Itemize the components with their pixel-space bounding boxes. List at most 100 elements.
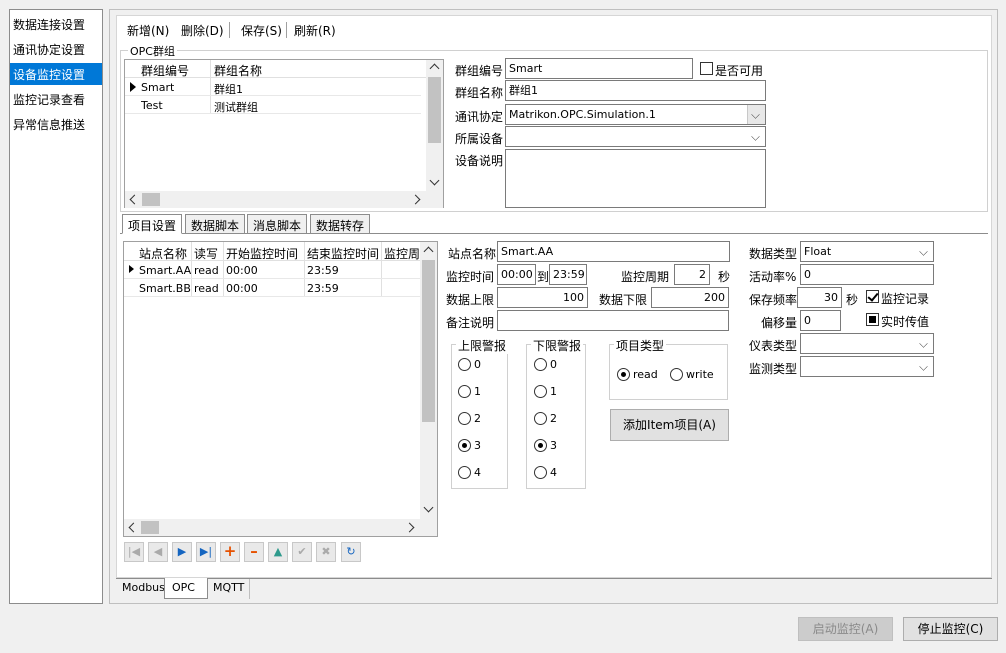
- scroll-down-icon[interactable]: [429, 175, 440, 186]
- tab-label: 数据转存: [316, 219, 365, 233]
- horizontal-scrollbar[interactable]: [124, 519, 437, 536]
- scroll-up-icon[interactable]: [423, 246, 434, 257]
- nav-insert-button[interactable]: +: [220, 542, 240, 562]
- table-row[interactable]: Smart 群组1: [125, 78, 421, 96]
- column-header-station[interactable]: 站点名称: [139, 245, 187, 262]
- scroll-up-icon[interactable]: [429, 63, 440, 74]
- lower-alarm-radio-2[interactable]: [534, 412, 547, 425]
- upper-alarm-radio-4[interactable]: [458, 466, 471, 479]
- horizontal-scrollbar[interactable]: [125, 191, 443, 208]
- stop-monitor-button[interactable]: 停止监控(C): [903, 617, 998, 641]
- scroll-right-icon[interactable]: [404, 522, 415, 533]
- tab-opc[interactable]: OPC: [164, 578, 208, 599]
- vertical-scrollbar[interactable]: [420, 242, 437, 519]
- sidebar-item-alerts[interactable]: 异常信息推送: [10, 113, 102, 135]
- upper-alarm-radio-2[interactable]: [458, 412, 471, 425]
- column-header-rw[interactable]: 读写: [194, 245, 218, 262]
- sidebar-item-records[interactable]: 监控记录查看: [10, 88, 102, 110]
- lower-limit-field[interactable]: 200: [651, 287, 729, 308]
- scroll-right-icon[interactable]: [410, 194, 421, 205]
- upper-alarm-radio-1[interactable]: [458, 385, 471, 398]
- tab-modbus[interactable]: Modbus: [117, 579, 171, 599]
- station-field[interactable]: Smart.AA: [497, 241, 730, 262]
- sidebar-item-connection[interactable]: 数据连接设置: [10, 13, 102, 35]
- upper-alarm-radio-3[interactable]: [458, 439, 471, 452]
- monitor-record-checkbox[interactable]: [866, 290, 879, 303]
- vertical-scrollbar[interactable]: [426, 60, 443, 191]
- lower-alarm-radio-3[interactable]: [534, 439, 547, 452]
- start-monitor-button[interactable]: 启动监控(A): [798, 617, 893, 641]
- tab-data-script[interactable]: 数据脚本: [185, 214, 246, 234]
- column-header-group-id[interactable]: 群组编号: [141, 62, 189, 79]
- realtime-checkbox[interactable]: [866, 313, 879, 326]
- period-field[interactable]: 2: [674, 264, 710, 285]
- upper-limit-field[interactable]: 100: [497, 287, 588, 308]
- scroll-down-icon[interactable]: [423, 502, 434, 513]
- remark-field[interactable]: [497, 310, 729, 331]
- upper-alarm-radio-0[interactable]: [458, 358, 471, 371]
- lower-alarm-radio-1[interactable]: [534, 385, 547, 398]
- enabled-checkbox[interactable]: [700, 62, 713, 75]
- sidebar-item-label: 监控记录查看: [13, 93, 86, 107]
- lower-alarm-radio-4[interactable]: [534, 466, 547, 479]
- scroll-thumb[interactable]: [422, 260, 435, 422]
- cell-group-name: 测试群组: [214, 101, 258, 114]
- nav-next-button[interactable]: ▶: [172, 542, 192, 562]
- group-name-field[interactable]: 群组1: [505, 80, 766, 101]
- item-type-title: 项目类型: [614, 337, 667, 354]
- nav-delete-button[interactable]: –: [244, 542, 264, 562]
- cell-start-time: 00:00: [226, 282, 258, 295]
- data-type-select[interactable]: Float: [800, 241, 934, 262]
- scroll-thumb[interactable]: [428, 77, 441, 143]
- table-row[interactable]: Smart.BB read 00:00 23:59: [124, 279, 421, 297]
- detect-type-select[interactable]: [800, 356, 934, 377]
- scroll-left-icon[interactable]: [128, 522, 139, 533]
- refresh-button[interactable]: 刷新(R): [294, 22, 336, 39]
- tab-data-dump[interactable]: 数据转存: [310, 214, 371, 234]
- meter-type-select[interactable]: [800, 333, 934, 354]
- delete-button[interactable]: 删除(D): [181, 22, 224, 39]
- tab-item-settings[interactable]: 项目设置: [122, 214, 183, 234]
- tab-label: 项目设置: [128, 219, 177, 233]
- scroll-left-icon[interactable]: [129, 194, 140, 205]
- cell-start-time: 00:00: [226, 264, 258, 277]
- nav-post-button[interactable]: ✔: [292, 542, 312, 562]
- nav-refresh-button[interactable]: ↻: [341, 542, 361, 562]
- sidebar-item-device-monitor[interactable]: 设备监控设置: [10, 63, 102, 85]
- column-header-period[interactable]: 监控周: [384, 245, 421, 262]
- nav-last-button[interactable]: ▶|: [196, 542, 216, 562]
- monitor-time-from-field[interactable]: 00:00: [497, 264, 536, 285]
- item-type-radio-read[interactable]: [617, 368, 630, 381]
- device-select[interactable]: [505, 126, 766, 147]
- sidebar-item-protocol[interactable]: 通讯协定设置: [10, 38, 102, 60]
- column-header-group-name[interactable]: 群组名称: [214, 62, 262, 79]
- active-rate-field[interactable]: 0: [800, 264, 934, 285]
- protocol-select[interactable]: Matrikon.OPC.Simulation.1: [505, 104, 766, 125]
- monitor-time-to-field[interactable]: 23:59: [549, 264, 587, 285]
- start-monitor-button-label: 启动监控(A): [812, 622, 879, 636]
- opc-group-grid[interactable]: 群组编号 群组名称 Smart 群组1 Test 测试群组: [124, 59, 444, 208]
- group-id-field[interactable]: Smart: [505, 58, 693, 79]
- column-header-start-time[interactable]: 开始监控时间: [226, 245, 298, 262]
- items-grid[interactable]: 站点名称 读写 开始监控时间 结束监控时间 监控周 Smart.AA read …: [123, 241, 438, 537]
- new-button[interactable]: 新增(N): [127, 22, 169, 39]
- tab-message-script[interactable]: 消息脚本: [247, 214, 308, 234]
- add-item-button[interactable]: 添加Item项目(A): [610, 409, 729, 441]
- item-type-radio-write[interactable]: [670, 368, 683, 381]
- tab-mqtt[interactable]: MQTT: [208, 579, 251, 599]
- column-header-end-time[interactable]: 结束监控时间: [307, 245, 379, 262]
- save-button[interactable]: 保存(S): [241, 22, 282, 39]
- table-row[interactable]: Test 测试群组: [125, 96, 421, 114]
- nav-prev-button[interactable]: ◀: [148, 542, 168, 562]
- scroll-thumb[interactable]: [142, 193, 160, 206]
- scroll-thumb[interactable]: [141, 521, 159, 534]
- save-frequency-field[interactable]: 30: [797, 287, 842, 308]
- enabled-label: 是否可用: [715, 64, 764, 78]
- table-row[interactable]: Smart.AA read 00:00 23:59: [124, 261, 421, 279]
- nav-cancel-button[interactable]: ✖: [316, 542, 336, 562]
- nav-first-button[interactable]: |◀: [124, 542, 144, 562]
- nav-edit-button[interactable]: ▲: [268, 542, 288, 562]
- offset-field[interactable]: 0: [800, 310, 841, 331]
- description-textarea[interactable]: [505, 149, 766, 208]
- lower-alarm-radio-0[interactable]: [534, 358, 547, 371]
